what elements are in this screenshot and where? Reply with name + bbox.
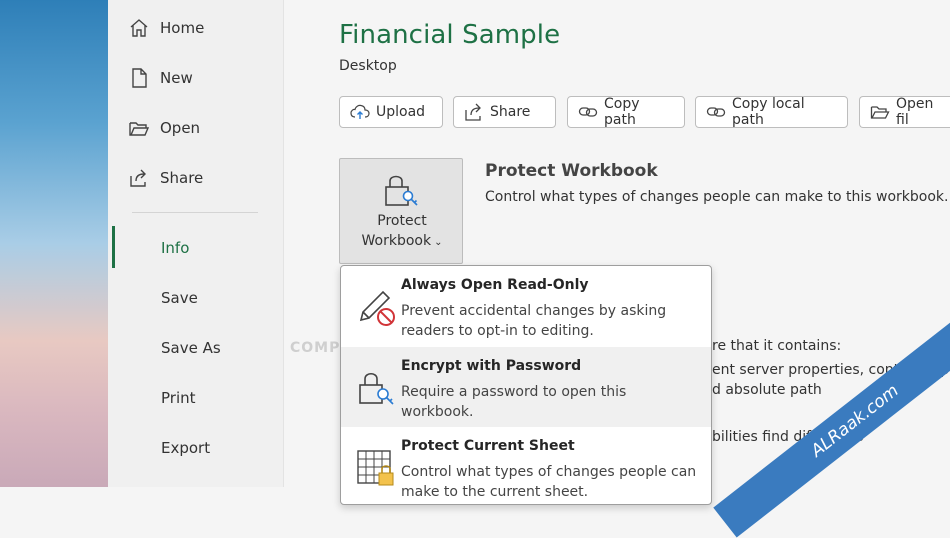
- menu-item-description: Control what types of changes people can…: [401, 464, 697, 500]
- share-label: Share: [490, 104, 531, 120]
- file-location: Desktop: [339, 58, 397, 74]
- share-icon: [128, 167, 150, 189]
- open-file-location-label: Open fil: [896, 96, 934, 128]
- inspect-text-line: re that it contains:: [712, 338, 842, 354]
- protect-button-line1: Protect: [377, 213, 427, 229]
- link-icon: [578, 102, 598, 122]
- sidebar-item-label: Home: [160, 19, 205, 37]
- copy-path-button[interactable]: Copy path: [567, 96, 685, 128]
- sidebar-item-export[interactable]: Export: [108, 430, 283, 466]
- folder-open-icon: [128, 117, 150, 139]
- sidebar-item-label: Print: [161, 389, 196, 407]
- new-document-icon: [128, 67, 150, 89]
- desktop-background: [0, 0, 108, 487]
- upload-label: Upload: [376, 104, 426, 120]
- folder-open-icon: [870, 102, 890, 122]
- upload-button[interactable]: Upload: [339, 96, 443, 128]
- sidebar-item-label: Open: [160, 119, 201, 137]
- chevron-down-icon: ⌄: [434, 237, 443, 248]
- menu-item-title: Encrypt with Password: [401, 358, 582, 374]
- sidebar-item-label: Save As: [161, 339, 221, 357]
- sidebar-divider: [132, 212, 258, 213]
- sheet-lock-icon: [355, 447, 397, 489]
- sidebar-item-save[interactable]: Save: [108, 280, 283, 316]
- open-file-location-button[interactable]: Open fil: [859, 96, 950, 128]
- sidebar-item-label: Export: [161, 439, 211, 457]
- share-icon: [464, 102, 484, 122]
- upload-icon: [350, 102, 370, 122]
- protect-workbook-description: Control what types of changes people can…: [485, 189, 949, 205]
- backstage-sidebar: Home New Open Share Info Save Save As Pr…: [108, 0, 284, 487]
- menu-item-title: Always Open Read-Only: [401, 277, 589, 293]
- protect-button-line2: Workbook ⌄: [361, 233, 443, 249]
- sidebar-item-open[interactable]: Open: [108, 110, 283, 146]
- share-button[interactable]: Share: [453, 96, 556, 128]
- menu-item-encrypt-with-password[interactable]: Encrypt with Password Require a password…: [341, 347, 711, 427]
- sidebar-item-new[interactable]: New: [108, 60, 283, 96]
- protect-workbook-heading: Protect Workbook: [485, 161, 658, 181]
- lock-key-icon: [355, 367, 397, 409]
- sidebar-item-home[interactable]: Home: [108, 10, 283, 46]
- copy-path-label: Copy path: [604, 96, 640, 128]
- sidebar-item-label: Share: [160, 169, 204, 187]
- sidebar-item-share[interactable]: Share: [108, 160, 283, 196]
- menu-item-title: Protect Current Sheet: [401, 438, 575, 454]
- home-icon: [128, 17, 150, 39]
- menu-item-always-open-read-only[interactable]: Always Open Read-Only Prevent accidental…: [341, 266, 711, 346]
- menu-item-protect-current-sheet[interactable]: Protect Current Sheet Control what types…: [341, 427, 711, 504]
- sidebar-item-info[interactable]: Info: [108, 230, 283, 266]
- protect-workbook-button[interactable]: Protect Workbook ⌄: [339, 158, 463, 264]
- sidebar-item-label: Info: [161, 239, 190, 257]
- page-title: Financial Sample: [339, 20, 561, 50]
- copy-local-path-button[interactable]: Copy local path: [695, 96, 848, 128]
- protect-workbook-menu: Always Open Read-Only Prevent accidental…: [340, 265, 712, 505]
- inspect-text-line: d absolute path: [712, 382, 822, 398]
- sidebar-item-print[interactable]: Print: [108, 380, 283, 416]
- menu-item-description: Require a password to open this workbook…: [401, 384, 627, 420]
- sidebar-item-label: Save: [161, 289, 198, 307]
- menu-item-description: Prevent accidental changes by asking rea…: [401, 303, 667, 339]
- sidebar-item-save-as[interactable]: Save As: [108, 330, 283, 366]
- pencil-no-icon: [355, 286, 397, 328]
- copy-local-path-label: Copy local path: [732, 96, 805, 128]
- lock-key-icon: [384, 171, 420, 209]
- link-icon: [706, 102, 726, 122]
- sidebar-item-label: New: [160, 69, 193, 87]
